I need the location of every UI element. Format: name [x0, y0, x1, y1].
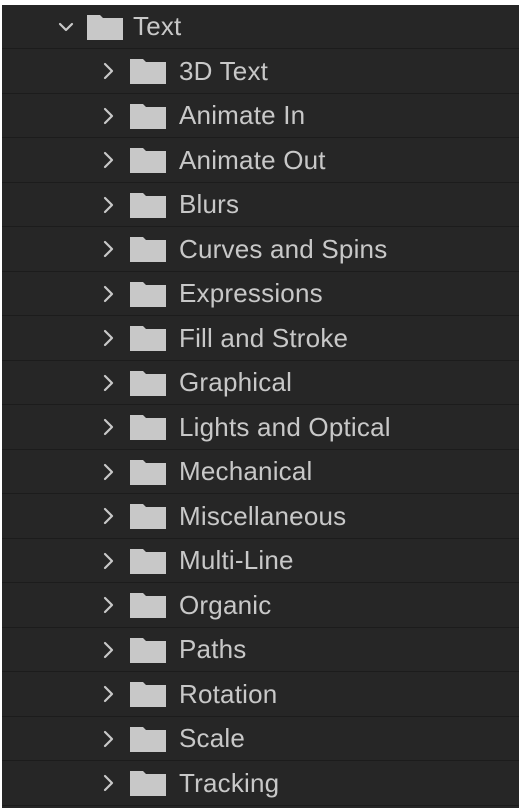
tree-item-label: Text [133, 11, 182, 41]
chevron-right-icon[interactable] [98, 773, 118, 793]
chevron-right-icon[interactable] [98, 684, 118, 704]
tree-item-label: Organic [179, 589, 272, 620]
chevron-right-icon[interactable] [98, 373, 118, 393]
tree-item-mechanical[interactable]: Mechanical [2, 450, 519, 494]
tree-item-label: Lights and Optical [179, 411, 391, 442]
folder-icon [129, 458, 167, 486]
tree-item-expressions[interactable]: Expressions [2, 272, 519, 316]
tree-item-label: Animate Out [179, 144, 326, 175]
chevron-right-icon[interactable] [98, 506, 118, 526]
chevron-right-icon[interactable] [98, 595, 118, 615]
folder-icon [129, 57, 167, 85]
chevron-right-icon[interactable] [98, 239, 118, 259]
tree-item-label: Expressions [179, 278, 323, 308]
chevron-right-icon[interactable] [98, 729, 118, 749]
chevron-right-icon[interactable] [98, 61, 118, 81]
chevron-right-icon[interactable] [98, 195, 118, 215]
folder-icon [129, 636, 167, 664]
tree-item-label: Rotation [179, 678, 278, 709]
chevron-right-icon[interactable] [98, 462, 118, 482]
tree-item-text[interactable]: Text [2, 5, 519, 49]
tree-item-label: Curves and Spins [179, 233, 388, 264]
tree-item-3d-text[interactable]: 3D Text [2, 50, 519, 94]
folder-icon [129, 725, 167, 753]
tree-item-animate-out[interactable]: Animate Out [2, 139, 519, 183]
folder-icon [129, 502, 167, 530]
chevron-right-icon[interactable] [98, 640, 118, 660]
chevron-right-icon[interactable] [98, 417, 118, 437]
tree-item-lights-and-optical[interactable]: Lights and Optical [2, 406, 519, 450]
chevron-right-icon[interactable] [98, 328, 118, 348]
chevron-right-icon[interactable] [98, 284, 118, 304]
folder-icon [129, 191, 167, 219]
tree-item-label: Blurs [179, 189, 240, 219]
folder-icon [129, 324, 167, 352]
tree-item-organic[interactable]: Organic [2, 584, 519, 628]
folder-icon [129, 102, 167, 130]
tree-item-paths[interactable]: Paths [2, 628, 519, 672]
tree-item-miscellaneous[interactable]: Miscellaneous [2, 495, 519, 539]
tree-item-animate-in[interactable]: Animate In [2, 94, 519, 138]
tree-item-multi-line[interactable]: Multi-Line [2, 539, 519, 583]
chevron-right-icon[interactable] [98, 106, 118, 126]
folder-icon [129, 680, 167, 708]
chevron-right-icon[interactable] [98, 150, 118, 170]
folder-icon [129, 769, 167, 797]
folder-icon [129, 369, 167, 397]
folder-icon [129, 146, 167, 174]
tree-item-label: Scale [179, 723, 246, 753]
tree-item-label: Paths [179, 634, 247, 664]
chevron-down-icon[interactable] [56, 17, 76, 37]
tree-item-graphical[interactable]: Graphical [2, 361, 519, 405]
presets-tree-panel: Text 3D Text Animate In Animate Out Blurs Cu… [2, 5, 519, 808]
folder-icon [86, 13, 124, 41]
tree-item-fill-and-stroke[interactable]: Fill and Stroke [2, 317, 519, 361]
tree-item-curves-and-spins[interactable]: Curves and Spins [2, 228, 519, 272]
tree-item-scale[interactable]: Scale [2, 717, 519, 761]
folder-icon [129, 413, 167, 441]
chevron-right-icon[interactable] [98, 551, 118, 571]
tree-item-rotation[interactable]: Rotation [2, 673, 519, 717]
tree-item-label: Multi-Line [179, 545, 294, 575]
tree-item-label: Graphical [179, 367, 293, 397]
tree-item-label: Mechanical [179, 456, 313, 486]
tree-item-label: 3D Text [179, 55, 269, 86]
tree-item-blurs[interactable]: Blurs [2, 183, 519, 227]
folder-icon [129, 235, 167, 263]
folder-icon [129, 547, 167, 575]
tree-item-label: Animate In [179, 100, 306, 130]
folder-icon [129, 591, 167, 619]
tree-item-label: Tracking [179, 767, 280, 798]
folder-icon [129, 280, 167, 308]
tree-item-label: Fill and Stroke [179, 322, 349, 353]
tree-item-label: Miscellaneous [179, 500, 347, 531]
tree-item-tracking[interactable]: Tracking [2, 762, 519, 806]
